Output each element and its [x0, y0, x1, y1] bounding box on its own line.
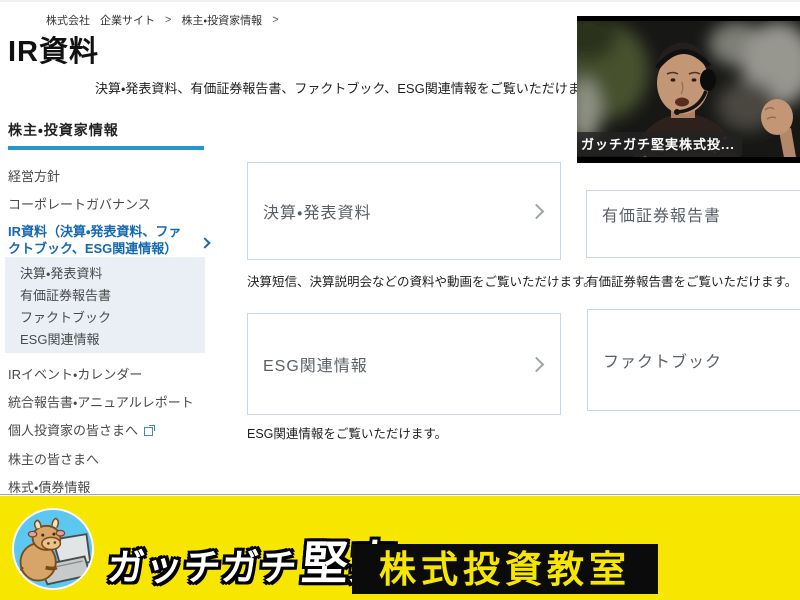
card-caption-financial-results: 決算短信、決算説明会などの資料や動画をご覧いただけます。	[247, 271, 596, 290]
sidebar-item-label: 個人投資家の皆さまへ	[8, 423, 138, 438]
sidebar-header: 株主・投資家情報	[8, 120, 119, 140]
card-securities-report[interactable]: 有価証券報告書	[586, 190, 800, 258]
top-divider	[0, 0, 800, 2]
card-caption-esg: ESG関連情報をご覧いただけます。	[247, 423, 447, 442]
card-label: ファクトブック	[603, 348, 722, 372]
sidebar-item-shareholders[interactable]: 株主の皆さまへ	[8, 451, 206, 468]
sidebar-header-underline	[8, 146, 204, 150]
breadcrumb-item-corporate[interactable]: 企業サイト	[100, 12, 155, 28]
sidebar-subitem-securities-report[interactable]: 有価証券報告書	[20, 288, 205, 304]
card-label: 決算・発表資料	[263, 199, 371, 223]
breadcrumb: 株式会社 企業サイト > 株主・投資家情報 >	[46, 12, 289, 28]
bottom-banner: ガッチガチ 堅実 株式投資教室	[0, 496, 800, 600]
sidebar-item-ir-calendar[interactable]: IRイベント・カレンダー	[8, 366, 206, 383]
sidebar-subitem-financial-results[interactable]: 決算・発表資料	[20, 266, 205, 282]
sidebar-item-annual-report[interactable]: 統合報告書・アニュアルレポート	[8, 394, 206, 411]
sidebar-item-ir-materials-active[interactable]: IR資料（決算・発表資料、ファクトブック、ESG関連情報）	[8, 223, 188, 257]
sidebar-subitem-esg[interactable]: ESG関連情報	[20, 332, 205, 348]
brand-boxed-text-container: 株式投資教室	[352, 544, 658, 594]
sidebar-item-management-policy[interactable]: 経営方針	[8, 168, 206, 185]
video-overlay[interactable]: ガッチガチ堅実株式投...	[577, 16, 800, 163]
card-label: 有価証券報告書	[602, 202, 721, 226]
breadcrumb-item-ir[interactable]: 株主・投資家情報	[181, 12, 262, 28]
external-link-icon	[144, 425, 155, 436]
banner-top-divider	[0, 494, 800, 495]
chevron-right-icon	[199, 237, 210, 248]
bull-logo	[12, 508, 94, 590]
card-esg[interactable]: ESG関連情報	[247, 313, 561, 415]
chevron-right-icon	[529, 356, 545, 372]
card-financial-results[interactable]: 決算・発表資料	[247, 162, 561, 260]
sidebar-item-individual-investors[interactable]: 個人投資家の皆さまへ	[8, 422, 206, 439]
breadcrumb-separator: >	[165, 14, 171, 26]
chevron-right-icon	[529, 203, 545, 219]
breadcrumb-separator: >	[272, 14, 278, 26]
sidebar-item-corporate-governance[interactable]: コーポレートガバナンス	[8, 196, 206, 213]
card-label: ESG関連情報	[263, 352, 368, 376]
video-caption: ガッチガチ堅実株式投...	[577, 132, 742, 156]
card-factbook[interactable]: ファクトブック	[587, 309, 800, 411]
page-title: IR資料	[8, 28, 99, 70]
breadcrumb-site-name[interactable]: 株式会社	[46, 12, 90, 28]
sidebar-subitem-factbook[interactable]: ファクトブック	[20, 310, 205, 326]
brand-text-gachigachi: ガッチガチ	[106, 549, 299, 586]
sidebar-submenu: 決算・発表資料 有価証券報告書 ファクトブック ESG関連情報	[5, 257, 205, 353]
brand-text-kabushiki-toshi-kyoshitsu: 株式投資教室	[379, 551, 631, 588]
card-caption-securities-report: 有価証券報告書をご覧いただけます。	[586, 271, 797, 290]
page-description: 決算・発表資料、有価証券報告書、ファクトブック、ESG関連情報をご覧いただけます…	[95, 78, 605, 97]
